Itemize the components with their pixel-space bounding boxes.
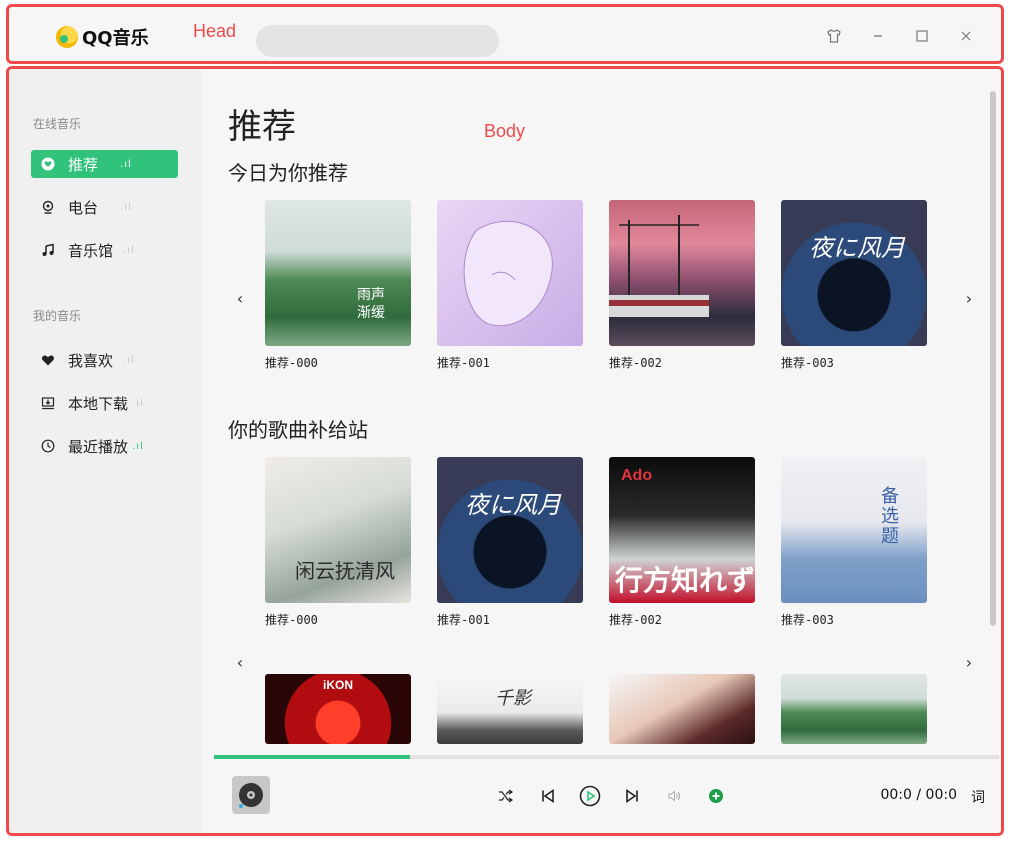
playback-time: 00:0 / 00:0 (880, 787, 957, 803)
maximize-icon[interactable] (913, 27, 931, 45)
cover-image: 夜に风月 (781, 200, 927, 346)
album-disc-icon[interactable] (232, 776, 270, 814)
sidebar-item-label: 电台 (68, 198, 99, 217)
download-icon (40, 395, 56, 411)
search-input[interactable] (256, 25, 499, 57)
card-title: 推荐-000 (265, 356, 318, 370)
section-title-today: 今日为你推荐 (228, 161, 348, 185)
playlist-card[interactable]: iKON (265, 674, 411, 744)
playlist-card[interactable]: 夜に风月 推荐-003 (781, 200, 927, 371)
cover-image (609, 674, 755, 744)
card-title: 推荐-002 (609, 613, 662, 627)
cover-image: 千影 (437, 674, 583, 744)
minimize-icon[interactable] (869, 27, 887, 45)
sidebar-item-recommend[interactable]: 推荐 .ıl (31, 150, 178, 178)
card-title: 推荐-001 (437, 356, 490, 370)
add-to-playlist-icon[interactable] (705, 785, 727, 807)
lyrics-button[interactable]: 词 (971, 787, 985, 807)
cover-image: 夜に风月 (437, 457, 583, 603)
app-name: QQ音乐 (82, 28, 149, 49)
music-note-icon (40, 242, 56, 258)
time-separator: / (916, 787, 922, 803)
sidebar-item-label: 本地下载 (68, 394, 129, 413)
sidebar-group-mine: 我的音乐 (33, 309, 82, 323)
cover-image (609, 200, 755, 346)
playlist-card[interactable]: 闲云抚清风 推荐-000 (265, 457, 411, 628)
cover-image (781, 674, 927, 744)
sidebar-item-label: 最近播放 (68, 437, 129, 456)
sidebar-item-recent[interactable]: 最近播放 .ıl (31, 432, 178, 460)
cover-image: iKON (265, 674, 411, 744)
carousel-next-icon[interactable]: › (961, 289, 977, 308)
main-content: 推荐 Body 今日为你推荐 ‹ › 雨声 渐缓 推荐-000 推荐-001 推… (202, 69, 1001, 759)
next-track-icon[interactable] (621, 785, 643, 807)
playlist-card[interactable]: 推荐-002 (609, 200, 755, 371)
equalizer-icon: .ıl (120, 158, 132, 170)
equalizer-icon: .ıl (132, 440, 144, 452)
body-tag: Body (484, 121, 526, 141)
playlist-card[interactable]: Ado 行方知れず 推荐-002 (609, 457, 755, 628)
head-tag: Head (193, 21, 237, 41)
body-region: 在线音乐 推荐 .ıl 电台 .ıl 音乐馆 .ıl 我的音乐 我喜欢 .ıl … (6, 66, 1004, 836)
cover-art (463, 220, 553, 327)
sidebar-item-local-download[interactable]: 本地下载 .ıl (31, 389, 178, 417)
card-title: 推荐-003 (781, 356, 834, 370)
scrollbar[interactable] (990, 91, 996, 626)
cover-image (437, 200, 583, 346)
sidebar-item-favorites[interactable]: 我喜欢 .ıl (31, 346, 178, 374)
time-current: 00:0 (880, 787, 912, 803)
playlist-card[interactable]: 雨声 渐缓 推荐-000 (265, 200, 411, 371)
sidebar-group-online: 在线音乐 (33, 117, 82, 131)
cover-image: 雨声 渐缓 (265, 200, 411, 346)
playlist-card[interactable] (609, 674, 755, 744)
close-icon[interactable] (957, 27, 975, 45)
cover-image: 备选题 (781, 457, 927, 603)
cover-art (609, 215, 709, 317)
carousel-next-icon[interactable]: › (961, 653, 977, 672)
window-controls (825, 27, 975, 45)
previous-track-icon[interactable] (537, 785, 559, 807)
app-logo: QQ音乐 (56, 24, 149, 50)
card-title: 推荐-000 (265, 613, 318, 627)
playback-controls (495, 785, 727, 807)
playlist-card[interactable] (781, 674, 927, 744)
volume-icon[interactable] (663, 785, 685, 807)
skin-shirt-icon[interactable] (825, 27, 843, 45)
head-region: QQ音乐 Head (6, 4, 1004, 64)
qq-music-logo-icon (56, 26, 78, 48)
equalizer-icon: .ıl (120, 201, 132, 213)
card-title: 推荐-003 (781, 613, 834, 627)
page-title: 推荐 (228, 107, 296, 147)
heart-icon (40, 352, 56, 368)
equalizer-icon: .ıl (123, 354, 135, 366)
playlist-card[interactable]: 推荐-001 (437, 200, 583, 371)
playlist-card[interactable]: 夜に风月 推荐-001 (437, 457, 583, 628)
heart-disc-icon (40, 156, 56, 172)
card-title: 推荐-002 (609, 356, 662, 370)
radio-icon (40, 199, 56, 215)
sidebar: 在线音乐 推荐 .ıl 电台 .ıl 音乐馆 .ıl 我的音乐 我喜欢 .ıl … (9, 69, 202, 833)
playlist-card[interactable]: 千影 (437, 674, 583, 744)
cover-image: Ado 行方知れず (609, 457, 755, 603)
card-title: 推荐-001 (437, 613, 490, 627)
section-title-supply: 你的歌曲补给站 (228, 418, 368, 442)
equalizer-icon: .ıl (123, 244, 135, 256)
clock-icon (40, 438, 56, 454)
sidebar-item-label: 推荐 (68, 155, 99, 174)
sidebar-item-music-hall[interactable]: 音乐馆 .ıl (31, 236, 178, 264)
playlist-card[interactable]: 备选题 推荐-003 (781, 457, 927, 628)
sidebar-item-radio[interactable]: 电台 .ıl (31, 193, 178, 221)
carousel-prev-icon[interactable]: ‹ (232, 653, 248, 672)
play-icon[interactable] (579, 785, 601, 807)
shuffle-icon[interactable] (495, 785, 517, 807)
time-total: 00:0 (925, 787, 957, 803)
sidebar-item-label: 我喜欢 (68, 351, 114, 370)
cover-image: 闲云抚清风 (265, 457, 411, 603)
sidebar-item-label: 音乐馆 (68, 241, 114, 260)
carousel-prev-icon[interactable]: ‹ (232, 289, 248, 308)
player-bar: 00:0 / 00:0 词 (202, 759, 1001, 833)
equalizer-icon: .ıl (132, 397, 144, 409)
